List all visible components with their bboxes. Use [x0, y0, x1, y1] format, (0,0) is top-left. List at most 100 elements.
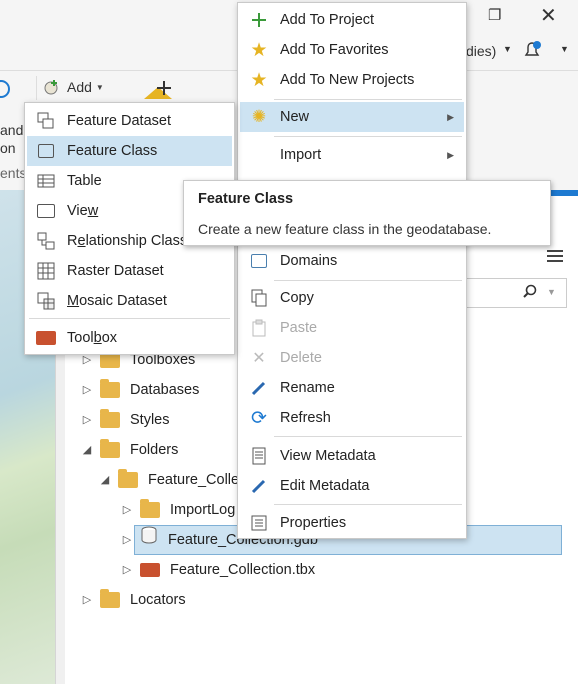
domains-icon	[244, 254, 274, 268]
tree-item-locators[interactable]: ▷ Locators	[80, 585, 186, 615]
menu-item-refresh[interactable]: ⟳ Refresh	[240, 403, 464, 433]
menu-label: View	[67, 203, 98, 219]
collapse-icon[interactable]: ◢	[98, 465, 112, 495]
menu-item-view-metadata[interactable]: View Metadata	[240, 441, 464, 471]
menu-separator	[274, 504, 462, 505]
label-part: Tool	[67, 330, 94, 346]
tooltip-description: Create a new feature class in the geodat…	[198, 221, 492, 237]
geodatabase-icon	[140, 525, 158, 555]
label-part: Vie	[67, 203, 88, 219]
menu-item-feature-dataset[interactable]: Feature Dataset	[27, 106, 232, 136]
collapse-icon[interactable]: ◢	[80, 435, 94, 465]
pane-tab-indicator	[550, 190, 578, 196]
copy-icon	[244, 289, 274, 307]
folders-folder-icon	[100, 439, 120, 458]
document-icon	[244, 447, 274, 465]
relationship-class-icon	[31, 232, 61, 250]
expand-icon[interactable]: ▷	[80, 405, 94, 435]
expand-icon[interactable]: ▷	[120, 555, 134, 585]
menu-item-feature-class[interactable]: Feature Class	[27, 136, 232, 166]
add-button[interactable]: Add ▼	[43, 78, 104, 96]
menu-separator	[274, 99, 462, 100]
menu-label: Delete	[280, 350, 322, 366]
delete-icon: ✕	[252, 350, 266, 367]
table-icon	[31, 174, 61, 188]
menu-item-copy[interactable]: Copy	[240, 283, 464, 313]
menu-item-delete[interactable]: ✕ Delete	[240, 343, 464, 373]
feature-class-icon	[31, 144, 61, 158]
tree-item-importlog[interactable]: ▷ ImportLog	[120, 495, 235, 525]
styles-folder-icon	[100, 409, 120, 428]
menu-label: Toolbox	[67, 330, 117, 346]
menu-item-properties[interactable]: Properties	[240, 508, 464, 538]
menu-item-toolbox[interactable]: Toolbox	[27, 323, 232, 353]
menu-item-edit-metadata[interactable]: Edit Metadata	[240, 471, 464, 501]
expand-icon[interactable]: ▷	[120, 525, 134, 555]
label-mnemonic: M	[67, 293, 80, 309]
mosaic-dataset-icon	[31, 292, 61, 310]
toolbox-icon	[31, 331, 61, 345]
locators-folder-icon	[100, 589, 120, 608]
plus-icon	[244, 12, 274, 28]
restore-icon[interactable]: ❐	[488, 6, 501, 24]
raster-dataset-icon	[31, 262, 61, 280]
menu-label: Properties	[280, 515, 347, 531]
search-dropdown-icon[interactable]: ▼	[547, 287, 556, 297]
menu-item-import[interactable]: Import ▶	[240, 140, 464, 170]
portal-dropdown-icon[interactable]: ▼	[503, 44, 512, 54]
menu-item-add-to-new-projects[interactable]: ★ Add To New Projects	[240, 65, 464, 95]
menu-item-raster-dataset[interactable]: Raster Dataset	[27, 256, 232, 286]
menu-label: Table	[67, 173, 102, 189]
portal-label[interactable]: dies)	[466, 43, 496, 59]
menu-label: View Metadata	[280, 448, 376, 464]
menu-label: Feature Dataset	[67, 113, 171, 129]
context-menu: Add To Project ★ Add To Favorites ★ Add …	[237, 2, 467, 539]
ribbon-separator	[36, 76, 37, 100]
menu-label: Edit Metadata	[280, 478, 370, 494]
label-mnemonic: w	[87, 203, 99, 219]
menu-item-new[interactable]: ✺ New ▶	[240, 102, 464, 132]
menu-item-paste[interactable]: Paste	[240, 313, 464, 343]
search-icon[interactable]	[523, 284, 537, 302]
ribbon-text-1: and	[0, 122, 24, 138]
close-icon[interactable]: ✕	[540, 3, 557, 28]
tree-item-styles[interactable]: ▷ Styles	[80, 405, 170, 435]
menu-icon[interactable]	[545, 248, 565, 268]
ribbon-text-2: on	[0, 140, 16, 156]
tree-item-feature-collection-folder[interactable]: ◢ Feature_Colle	[98, 465, 239, 495]
expand-icon[interactable]: ▷	[80, 585, 94, 615]
star-icon: ★	[250, 69, 268, 91]
tree-label: Locators	[130, 592, 186, 608]
menu-label: Raster Dataset	[67, 263, 164, 279]
chevron-down-icon[interactable]: ▼	[560, 44, 569, 54]
expand-icon[interactable]: ▷	[120, 495, 134, 525]
label-part: osaic Dataset	[79, 293, 167, 309]
add-data-icon	[43, 78, 61, 96]
menu-label: Feature Class	[67, 143, 158, 159]
tree-item-tbx[interactable]: ▷ Feature_Collection.tbx	[120, 555, 315, 585]
notification-icon[interactable]	[522, 40, 542, 66]
tree-label: Folders	[130, 442, 179, 458]
menu-item-domains[interactable]: Domains	[240, 246, 464, 276]
label-part: ox	[101, 330, 118, 346]
toolbox-icon	[140, 563, 160, 577]
menu-item-mosaic-dataset[interactable]: Mosaic Dataset	[27, 286, 232, 316]
menu-separator	[274, 280, 462, 281]
add-label: Add	[67, 79, 92, 95]
menu-item-add-to-project[interactable]: Add To Project	[240, 5, 464, 35]
refresh-icon: ⟳	[251, 407, 267, 429]
menu-label: Paste	[280, 320, 318, 336]
tree-item-databases[interactable]: ▷ Databases	[80, 375, 199, 405]
tree-item-folders[interactable]: ◢ Folders	[80, 435, 178, 465]
tree-label: Feature_Collection.tbx	[170, 562, 316, 578]
menu-item-rename[interactable]: Rename	[240, 373, 464, 403]
menu-label: Import	[280, 147, 322, 163]
menu-separator	[274, 436, 462, 437]
expand-icon[interactable]: ▷	[80, 375, 94, 405]
database-folder-icon	[100, 379, 120, 398]
label-part: R	[67, 233, 78, 249]
label-mnemonic: e	[77, 233, 86, 249]
pencil-icon	[244, 380, 274, 396]
tree-label: Styles	[130, 412, 170, 428]
menu-item-add-to-favorites[interactable]: ★ Add To Favorites	[240, 35, 464, 65]
